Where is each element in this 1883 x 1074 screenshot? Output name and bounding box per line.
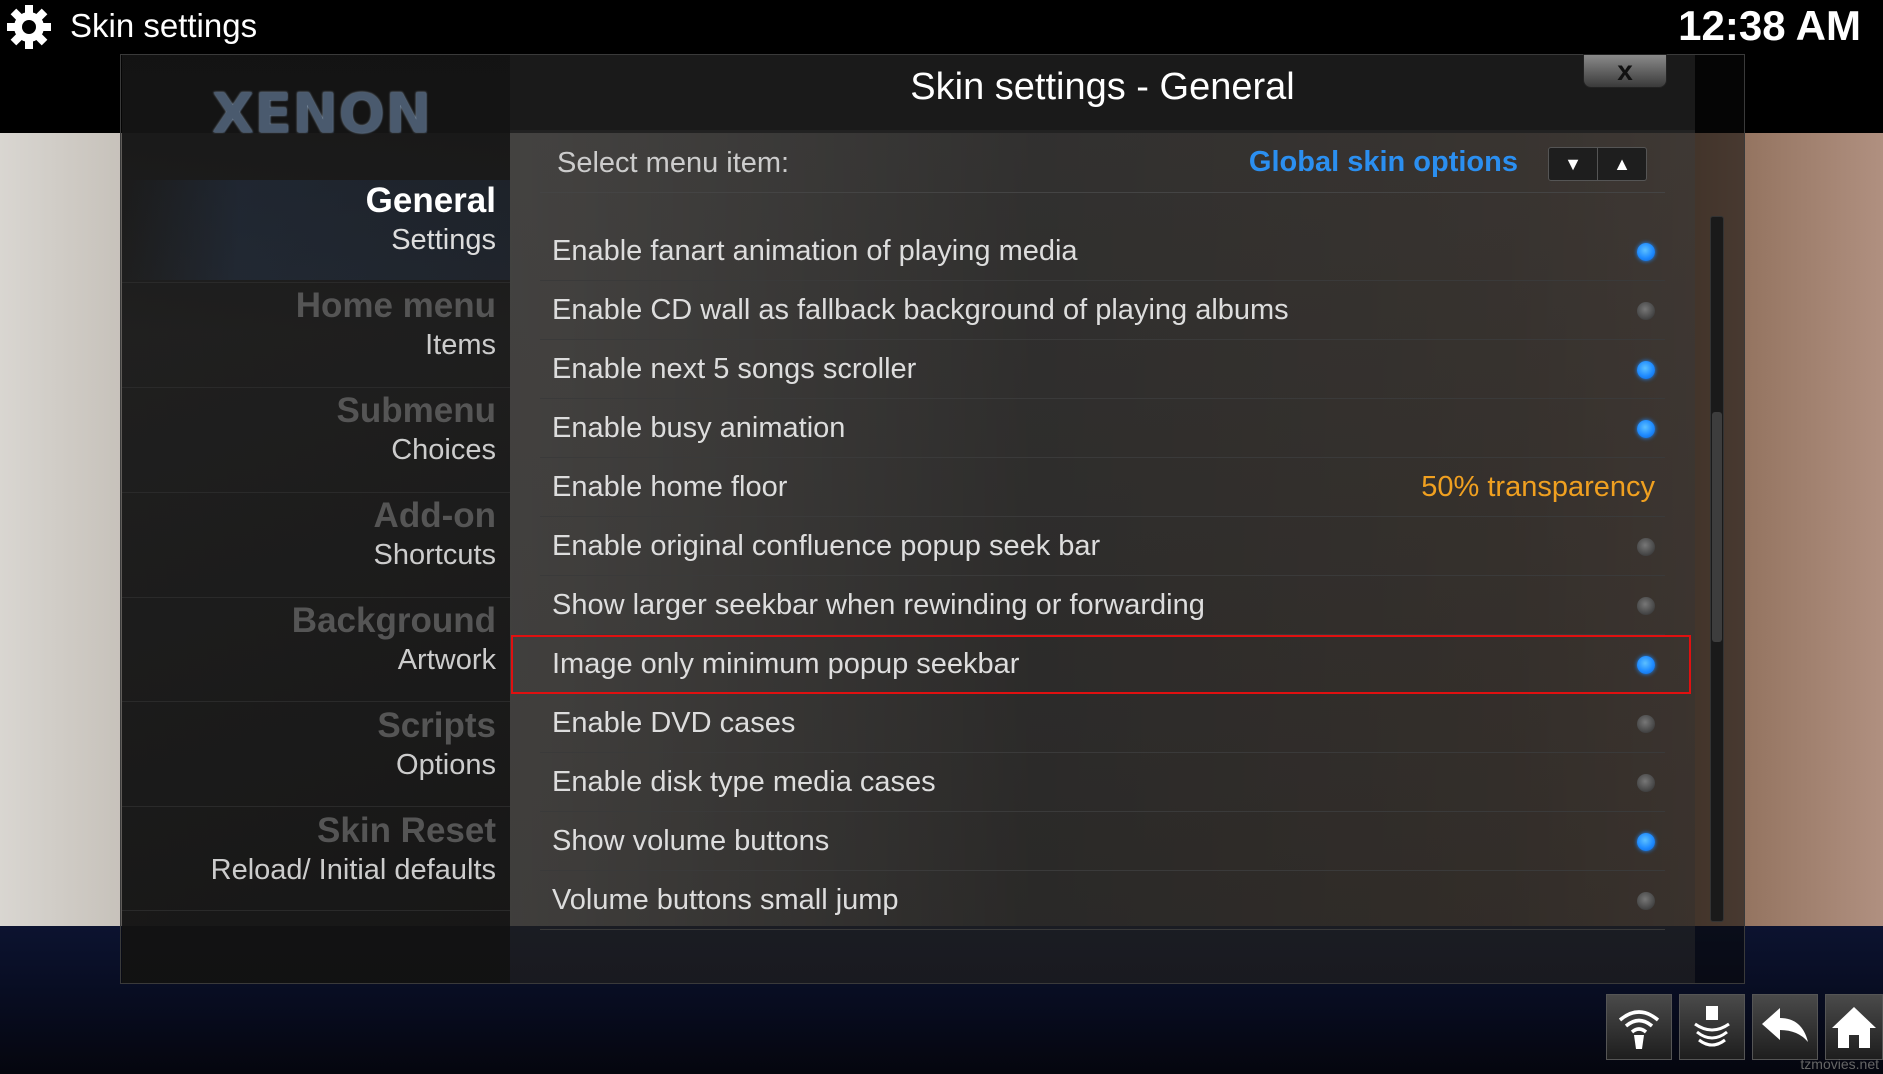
select-menu-spinner: ▼ ▲: [1548, 147, 1647, 181]
sidebar-item-title: Skin Reset: [317, 811, 496, 850]
setting-label: Image only minimum popup seekbar: [552, 648, 1020, 680]
xenon-logo: XENON: [212, 82, 432, 145]
sidebar-item-subtitle: Reload/ Initial defaults: [210, 854, 496, 886]
wifi-icon: [1618, 1010, 1660, 1049]
setting-label: Enable home floor: [552, 471, 788, 503]
setting-label: Show volume buttons: [552, 825, 830, 857]
sidebar-divider: [122, 597, 510, 598]
toggle-indicator[interactable]: [1637, 420, 1655, 438]
toggle-indicator[interactable]: [1637, 597, 1655, 615]
sidebar-item-subtitle: Options: [396, 749, 496, 781]
divider: [540, 192, 1665, 193]
toggle-indicator[interactable]: [1637, 656, 1655, 674]
sidebar-item-subtitle: Artwork: [397, 644, 496, 676]
toggle-indicator[interactable]: [1637, 715, 1655, 733]
watermark: tzmovies.net: [1800, 1056, 1879, 1072]
eject-icon: [1694, 1006, 1730, 1047]
sidebar-item-background[interactable]: Background Artwork: [130, 600, 496, 678]
back-arrow-icon: [1762, 1008, 1808, 1042]
sidebar-item-add-on[interactable]: Add-on Shortcuts: [130, 495, 497, 573]
setting-row[interactable]: Enable DVD cases: [540, 694, 1665, 753]
select-menu-value[interactable]: Global skin options: [1180, 146, 1518, 179]
triangle-up-icon[interactable]: ▲: [1597, 148, 1646, 180]
toggle-indicator[interactable]: [1637, 361, 1655, 379]
sidebar-item-submenu[interactable]: Submenu Choices: [130, 390, 496, 468]
setting-value[interactable]: 50% transparency: [1421, 468, 1655, 506]
close-button[interactable]: x: [1583, 54, 1667, 88]
setting-label: Enable original confluence popup seek ba…: [552, 530, 1101, 562]
setting-label: Enable fanart animation of playing media: [552, 235, 1078, 267]
sidebar-item-title: Scripts: [377, 706, 496, 745]
sidebar-item-scripts[interactable]: Scripts Options: [130, 705, 496, 783]
sidebar-item-title: General: [365, 181, 496, 220]
triangle-down-icon[interactable]: ▼: [1549, 148, 1597, 180]
sidebar-item-title: Background: [291, 601, 496, 640]
back-button[interactable]: [1752, 994, 1818, 1060]
sidebar-divider: [122, 701, 510, 702]
setting-label: Volume buttons small jump: [552, 884, 899, 916]
sidebar-divider: [122, 387, 510, 388]
setting-row[interactable]: Show volume buttons: [540, 812, 1665, 871]
sidebar-divider: [122, 910, 510, 911]
sidebar-divider: [122, 806, 510, 807]
toggle-indicator[interactable]: [1637, 302, 1655, 320]
select-menu-label: Select menu item:: [557, 147, 790, 179]
setting-row[interactable]: Enable fanart animation of playing media: [540, 222, 1665, 281]
toggle-indicator[interactable]: [1637, 538, 1655, 556]
scrollbar-thumb[interactable]: [1712, 412, 1722, 642]
eject-button[interactable]: [1679, 994, 1745, 1060]
toggle-indicator[interactable]: [1637, 892, 1655, 910]
setting-label: Enable disk type media cases: [552, 766, 936, 798]
sidebar-item-skin-reset[interactable]: Skin Reset Reload/ Initial defaults: [130, 810, 496, 888]
app-title: Skin settings: [70, 7, 258, 44]
dialog-title: Skin settings - General: [910, 66, 1295, 108]
sidebar-item-subtitle: Items: [425, 329, 496, 361]
setting-row[interactable]: Enable next 5 songs scroller: [540, 340, 1665, 399]
setting-row[interactable]: Volume buttons small jump: [540, 871, 1665, 930]
home-button[interactable]: [1825, 994, 1883, 1060]
setting-label: Enable CD wall as fallback background of…: [552, 294, 1289, 326]
sidebar-item-home-menu[interactable]: Home menu Items: [130, 285, 496, 363]
sidebar-item-title: Add-on: [373, 496, 496, 535]
sidebar-item-subtitle: Choices: [391, 434, 496, 466]
setting-row[interactable]: Enable CD wall as fallback background of…: [540, 281, 1665, 340]
toggle-indicator[interactable]: [1637, 243, 1655, 261]
setting-row-focused[interactable]: Image only minimum popup seekbar: [511, 635, 1691, 694]
sidebar-divider: [122, 282, 510, 283]
setting-label: Enable next 5 songs scroller: [552, 353, 917, 385]
sidebar-divider: [122, 492, 510, 493]
setting-label: Show larger seekbar when rewinding or fo…: [552, 589, 1205, 621]
sidebar-item-title: Home menu: [295, 286, 496, 325]
setting-label: Enable DVD cases: [552, 707, 796, 739]
toggle-indicator[interactable]: [1637, 774, 1655, 792]
wifi-button[interactable]: [1606, 994, 1672, 1060]
home-icon: [1832, 1007, 1876, 1048]
toggle-indicator[interactable]: [1637, 833, 1655, 851]
sidebar-item-subtitle: Shortcuts: [373, 539, 497, 571]
setting-row[interactable]: Show larger seekbar when rewinding or fo…: [540, 576, 1665, 635]
setting-label: Enable busy animation: [552, 412, 846, 444]
setting-row[interactable]: Enable busy animation: [540, 399, 1665, 458]
sidebar-item-general[interactable]: General Settings: [130, 180, 496, 258]
gear-icon: [7, 5, 51, 49]
sidebar-item-subtitle: Settings: [391, 224, 496, 256]
setting-row[interactable]: Enable home floor 50% transparency: [540, 458, 1665, 517]
setting-row[interactable]: Enable original confluence popup seek ba…: [540, 517, 1665, 576]
clock: 12:38 AM: [1678, 2, 1861, 49]
sidebar-item-title: Submenu: [336, 391, 496, 430]
setting-row[interactable]: Enable disk type media cases: [540, 753, 1665, 812]
